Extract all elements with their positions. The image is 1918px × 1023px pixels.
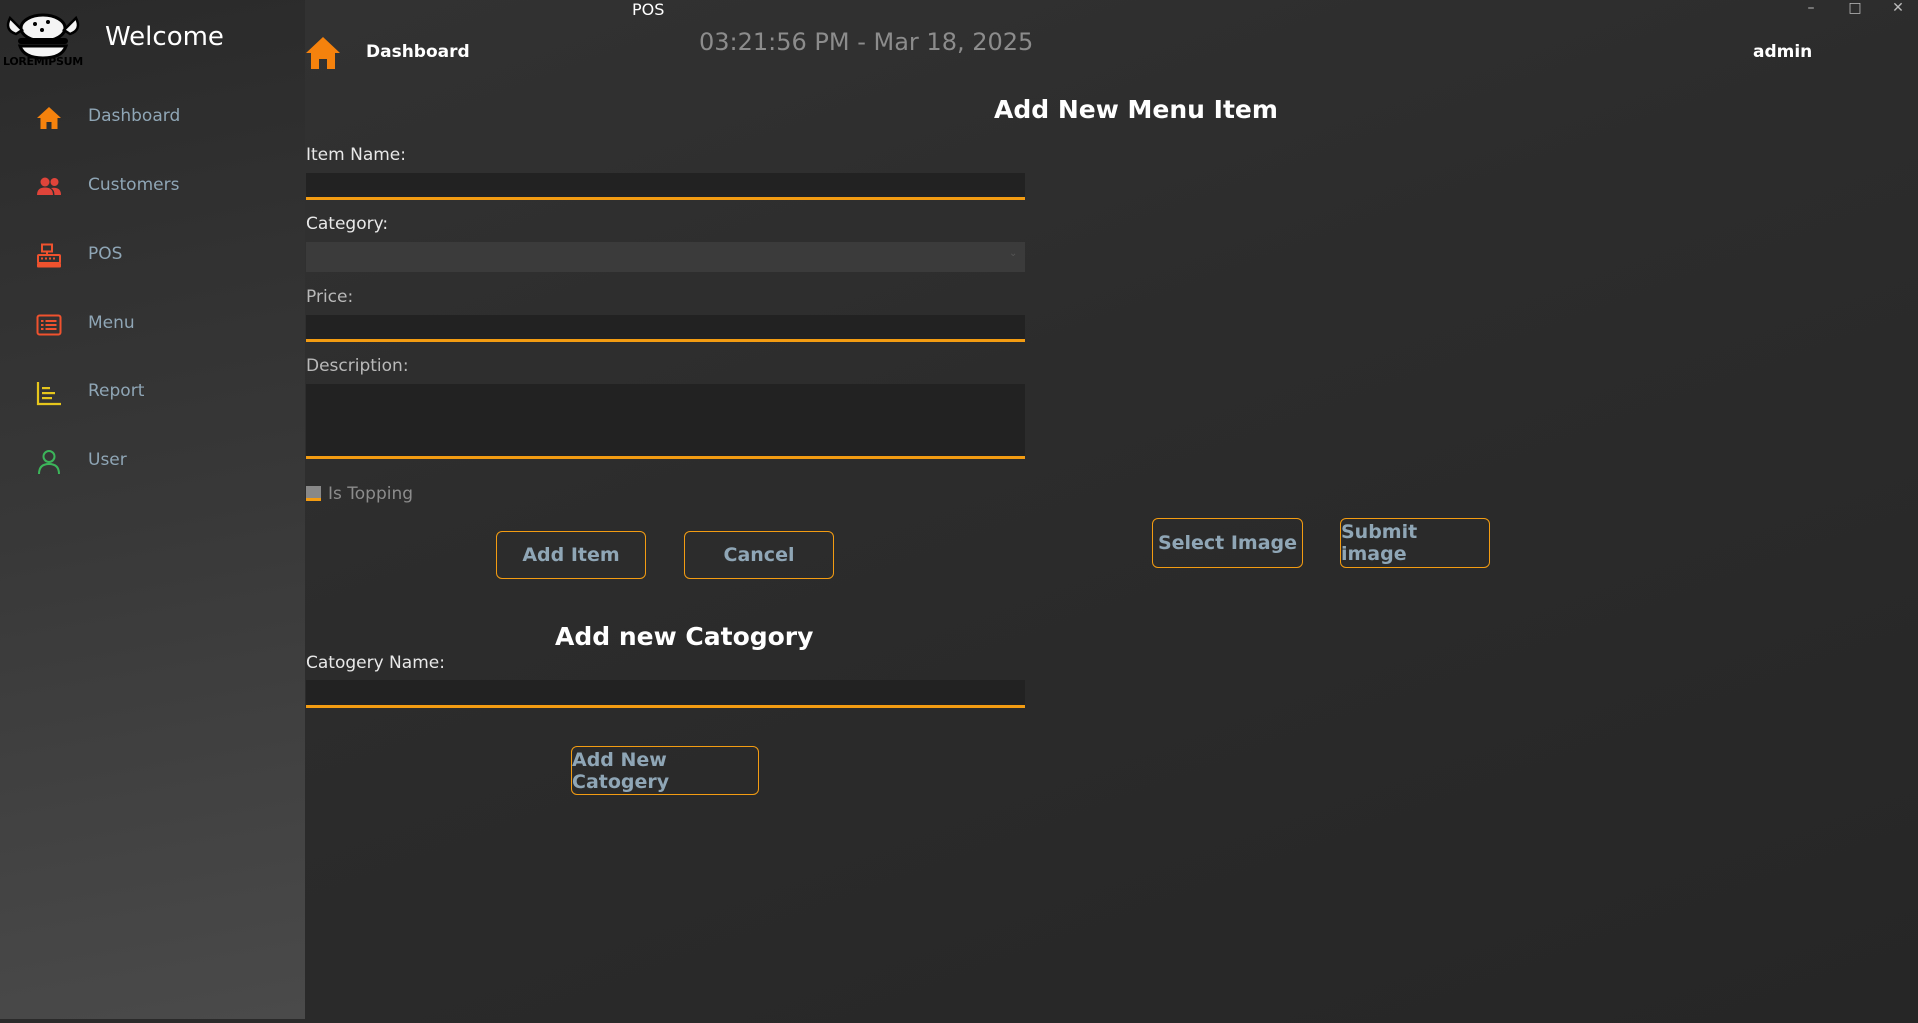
is-topping-checkbox[interactable] xyxy=(306,486,321,501)
current-user: admin xyxy=(1753,42,1813,62)
category-select[interactable]: ⌄ xyxy=(306,242,1025,272)
add-category-button[interactable]: Add New Catogery xyxy=(571,746,759,795)
add-item-button[interactable]: Add Item xyxy=(496,531,646,579)
select-image-button[interactable]: Select Image xyxy=(1152,518,1303,568)
sidebar: LOREMIPSUM Welcome Dashboard Customers P… xyxy=(0,0,305,1019)
price-input[interactable] xyxy=(306,315,1025,342)
sidebar-item-user[interactable]: User xyxy=(0,436,305,486)
menu-list-icon xyxy=(36,314,62,336)
cash-register-icon xyxy=(37,243,61,268)
sidebar-item-label: Dashboard xyxy=(88,106,181,126)
category-name-label: Catogery Name: xyxy=(306,653,445,673)
category-name-input[interactable] xyxy=(306,680,1025,708)
price-label: Price: xyxy=(306,287,354,307)
close-button[interactable]: ✕ xyxy=(1883,0,1913,18)
logo-text: LOREMIPSUM xyxy=(3,55,83,68)
sidebar-item-report[interactable]: Report xyxy=(0,367,305,417)
sidebar-item-label: POS xyxy=(88,244,123,264)
sidebar-item-customers[interactable]: Customers xyxy=(0,161,305,211)
welcome-title: Welcome xyxy=(105,22,224,52)
breadcrumb[interactable]: Dashboard xyxy=(366,42,470,62)
sidebar-item-label: Customers xyxy=(88,175,180,195)
cancel-button[interactable]: Cancel xyxy=(684,531,834,579)
header-home-icon[interactable] xyxy=(305,36,341,70)
sidebar-item-menu[interactable]: Menu xyxy=(0,299,305,349)
chevron-down-icon: ⌄ xyxy=(1009,248,1018,259)
window-title: POS xyxy=(632,0,665,19)
submit-image-button[interactable]: Submit image xyxy=(1340,518,1490,568)
maximize-button[interactable]: □ xyxy=(1840,0,1870,18)
sidebar-item-label: User xyxy=(88,450,127,470)
user-icon xyxy=(38,450,60,475)
sidebar-item-label: Report xyxy=(88,381,145,401)
item-name-input[interactable] xyxy=(306,173,1025,200)
category-section-title: Add new Catogory xyxy=(555,622,814,651)
sidebar-item-dashboard[interactable]: Dashboard xyxy=(0,92,305,142)
is-topping-label[interactable]: Is Topping xyxy=(328,484,413,504)
item-name-label: Item Name: xyxy=(306,145,406,165)
description-label: Description: xyxy=(306,356,409,376)
customers-icon xyxy=(37,177,61,195)
clock-display: 03:21:56 PM - Mar 18, 2025 xyxy=(699,28,1034,56)
description-textarea[interactable] xyxy=(306,384,1025,459)
report-icon xyxy=(36,382,61,406)
category-label: Category: xyxy=(306,214,389,234)
home-icon xyxy=(37,107,61,129)
page-title: Add New Menu Item xyxy=(994,95,1278,124)
sidebar-item-label: Menu xyxy=(88,313,135,333)
sidebar-item-pos[interactable]: POS xyxy=(0,230,305,280)
minimize-button[interactable]: – xyxy=(1796,0,1826,18)
